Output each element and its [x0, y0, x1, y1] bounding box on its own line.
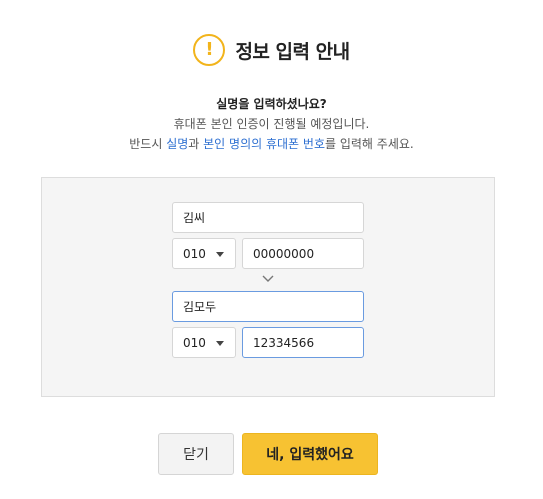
chevron-down-icon — [262, 275, 274, 282]
confirm-button[interactable]: 네, 입력했어요 — [242, 433, 378, 475]
dropdown-caret-icon — [216, 340, 224, 346]
example-name-field-after: 김모두 — [172, 291, 364, 322]
question-text: 실명을 입력하셨나요? — [216, 97, 327, 111]
description-line-1: 휴대폰 본인 인증이 진행될 예정입니다. — [173, 117, 370, 131]
dropdown-caret-icon — [216, 251, 224, 257]
phone-prefix-value: 010 — [183, 246, 206, 261]
example-phone-prefix-after: 010 — [172, 327, 236, 358]
example-phone-number-before: 00000000 — [242, 238, 364, 269]
example-phone-number-after: 12334566 — [242, 327, 364, 358]
example-name-field-before: 김씨 — [172, 202, 364, 233]
dialog-header: ! 정보 입력 안내 — [0, 33, 543, 67]
close-button[interactable]: 닫기 — [158, 433, 234, 475]
description-prefix: 반드시 — [129, 137, 167, 151]
example-phone-prefix-before: 010 — [172, 238, 236, 269]
highlight-own-phone: 본인 명의의 휴대폰 번호 — [203, 137, 325, 151]
description-line-2: 반드시 실명과 본인 명의의 휴대폰 번호를 입력해 주세요. — [0, 135, 543, 152]
description-suffix: 를 입력해 주세요. — [325, 137, 414, 151]
phone-prefix-value: 010 — [183, 335, 206, 350]
highlight-real-name: 실명 — [166, 137, 189, 151]
exclamation-icon: ! — [193, 34, 226, 66]
description-mid: 과 — [188, 137, 204, 151]
dialog-title: 정보 입력 안내 — [235, 40, 350, 63]
